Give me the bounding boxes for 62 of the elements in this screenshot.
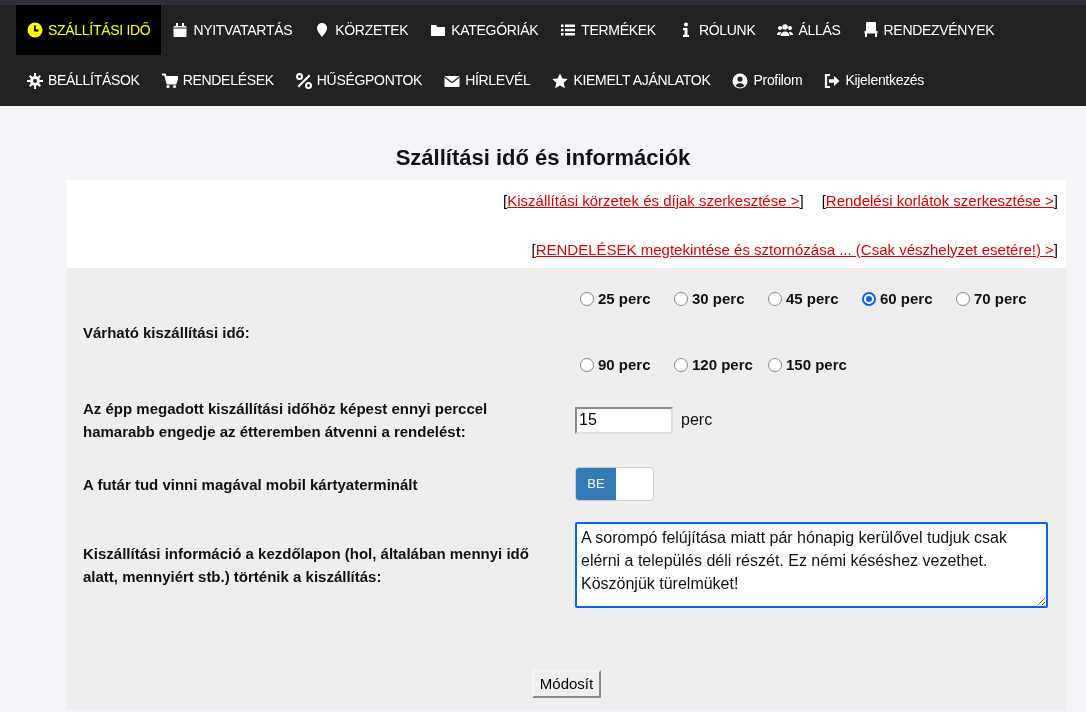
radio-option[interactable]: 70 perc	[956, 288, 1050, 310]
radio-option[interactable]: 30 perc	[674, 288, 768, 310]
radio-button[interactable]	[956, 292, 970, 306]
page-title: Szállítási idő és információk	[394, 144, 692, 172]
bracket: ]	[799, 191, 804, 211]
edit-link[interactable]: Rendelési korlátok szerkesztése >	[825, 190, 1054, 213]
radio-option[interactable]: 45 perc	[768, 288, 862, 310]
field-label: A futár tud vinni magával mobil kártyaterminált	[83, 474, 418, 495]
toggle-switch[interactable]: BE	[575, 467, 654, 501]
folder-icon	[430, 22, 447, 38]
edit-link[interactable]: RENDELÉSEK megtekintése és sztornózása ... (Csak vészhelyzet esetére!) >	[535, 238, 1054, 261]
bracket: [	[531, 239, 536, 260]
nav-item[interactable]: ÁLLÁS	[766, 5, 852, 55]
radio-button[interactable]	[862, 292, 876, 306]
nav-item[interactable]: RENDEZVÉNYEK	[851, 5, 1006, 55]
radio-button[interactable]	[674, 292, 688, 306]
radio-button[interactable]	[768, 358, 782, 372]
nav-item[interactable]: RENDELÉSEK	[150, 55, 285, 106]
nav-item[interactable]: KATEGÓRIÁK	[419, 5, 550, 55]
bracket: [	[821, 191, 826, 211]
nav-item[interactable]: HŰSÉGPONTOK	[284, 55, 434, 106]
bracket: [	[503, 191, 508, 211]
radio-button[interactable]	[768, 292, 782, 306]
radio-option[interactable]: 150 perc	[768, 354, 862, 376]
field-label: Várható kiszállítási idő:	[83, 322, 250, 343]
calendar-icon	[172, 22, 189, 38]
users-icon	[777, 22, 794, 38]
nav-item[interactable]: KIEMELT AJÁNLATOK	[541, 55, 722, 106]
gear-icon	[27, 72, 43, 89]
unit-label: perc	[681, 410, 713, 430]
nav-item[interactable]: NYITVATARTÁS	[161, 5, 304, 55]
field-label: Az épp megadott kiszállítási időhöz képest ennyi perccel hamarabb engedje az étteremben átvenni a rendelést:	[83, 399, 489, 442]
info-textarea[interactable]: A sorompó felújítása miatt pár hónapig kerülővel tudjuk csak elérni a település déli részét. Ez némi késéshez vezethet. Köszönjük türelmüket!	[575, 522, 1048, 608]
nav-item[interactable]: HÍRLEVÉL	[433, 55, 542, 106]
bracket: ]	[1053, 191, 1058, 211]
toggle-on-label[interactable]: BE	[576, 468, 616, 500]
radio-button[interactable]	[580, 292, 594, 306]
nav-item[interactable]: KÖRZETEK	[303, 5, 420, 55]
nav-item[interactable]: TERMÉKEK	[549, 5, 667, 55]
radio-button[interactable]	[580, 358, 594, 372]
nav-item[interactable]: Kijelentkezés	[813, 55, 936, 106]
radio-option[interactable]: 60 perc	[862, 288, 956, 310]
number-input[interactable]: 15	[575, 406, 673, 434]
sign-out-icon	[824, 72, 841, 89]
user-circle-icon	[732, 72, 749, 89]
chair-icon	[862, 22, 879, 38]
percent-icon	[295, 72, 312, 89]
cart-icon	[161, 72, 178, 89]
submit-button[interactable]: Módosít	[531, 670, 602, 698]
nav-item[interactable]: RÓLUNK	[666, 5, 767, 55]
nav-item[interactable]: BEÁLLÍTÁSOK	[16, 55, 151, 106]
star-icon	[552, 72, 569, 89]
radio-option[interactable]: 90 perc	[580, 354, 674, 376]
radio-button[interactable]	[674, 358, 688, 372]
radio-option[interactable]: 120 perc	[674, 354, 768, 376]
clock-icon	[27, 22, 43, 38]
nav-item[interactable]: Profilom	[721, 55, 814, 106]
list-icon	[560, 22, 577, 38]
bracket: ]	[1053, 239, 1058, 260]
radio-option[interactable]: 25 perc	[580, 288, 674, 310]
field-label: Kiszállítási információ a kezdőlapon (hol, általában mennyi idő alatt, mennyiért stb.) történik a kiszállítás:	[83, 544, 530, 587]
nav-item[interactable]: SZÁLLÍTÁSI IDŐ	[16, 5, 162, 55]
